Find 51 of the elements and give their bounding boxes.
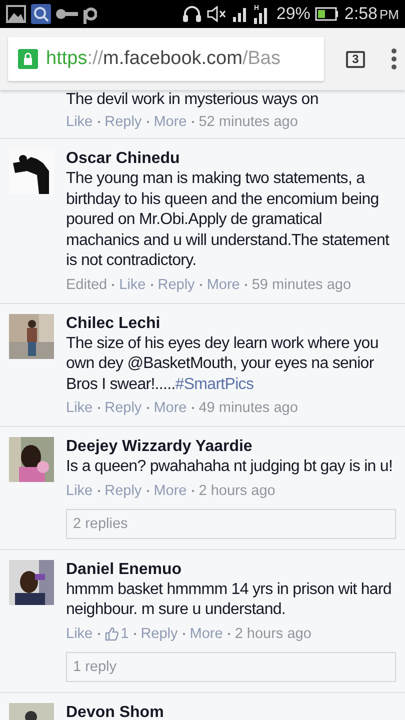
lock-icon [18,49,38,69]
search-icon [31,4,51,24]
replies-button[interactable]: 2 replies [66,508,396,538]
action-link[interactable]: Reply [158,276,195,292]
comment-text: Is a queen? pwahahaha nt judging bt gay is in u! [66,457,394,477]
action-link[interactable]: More [154,400,187,416]
battery-percent: 29% [276,4,310,24]
key-icon [56,8,78,20]
comment-text: hmmm basket hmmmm 14 yrs in prison wit hard neighbour. m sure u understand. [66,580,392,620]
action-link[interactable]: More [154,114,187,130]
image-icon [6,5,26,23]
replies-button[interactable]: 1 reply [66,652,396,682]
action-link[interactable]: Like [66,626,93,642]
action-link[interactable]: Reply [104,114,142,130]
timestamp: 52 minutes ago [198,114,298,130]
edited-label: Edited [66,276,108,292]
author-name[interactable]: Devon Shom [66,702,396,720]
mute-icon [207,6,228,22]
headset-icon [182,4,202,24]
comment-text: The young man is making two statements, a birthday to his queen and the encomium being poured on Mr.Obi.Apply de gramatical machanics and u will understand.The statement is not contradictory. [66,169,390,271]
action-link[interactable]: Like [119,276,146,292]
signal-icon [232,6,248,22]
action-link[interactable]: More [190,626,223,642]
action-link[interactable]: Reply [104,482,142,498]
action-link[interactable]: Reply [104,400,142,416]
action-link[interactable]: Reply [140,626,178,642]
comment-text: The size of his eyes dey learn work where you own dey @BasketMouth, your eyes na senior Bros I swear!.....#SmartPics [66,334,380,394]
address-field[interactable]: https://m.facebook.com/Bas [8,37,324,81]
tab-count-button[interactable]: 3 [346,50,365,68]
author-name[interactable]: Chilec Lechi [66,314,396,334]
menu-icon[interactable] [391,48,397,70]
timestamp: 59 minutes ago [252,276,352,292]
battery-icon [315,7,340,21]
action-link[interactable]: Like [66,482,93,498]
author-name[interactable]: Deejey Wizzardy Yaardie [66,437,396,457]
clock-time: 2:58 [344,4,378,24]
like-count: 1 [120,626,129,642]
timestamp: 49 minutes ago [198,400,298,416]
url-text: https://m.facebook.com/Bas [46,48,280,70]
clock-meridiem: PM [380,6,399,22]
hashtag-link[interactable]: #SmartPics [175,376,254,392]
action-link[interactable]: More [206,276,240,292]
action-link[interactable]: Like [66,400,93,416]
timestamp: 2 hours ago [234,626,312,642]
action-link[interactable]: More [154,482,187,498]
author-name[interactable]: Oscar Chinedu [66,149,396,169]
timestamp: 2 hours ago [198,482,276,498]
thumbs-up-icon [104,626,119,640]
action-link[interactable]: Like [66,114,93,130]
comment-text: The devil work in mysterious ways on [66,90,320,109]
author-name[interactable]: Daniel Enemuo [66,560,396,580]
